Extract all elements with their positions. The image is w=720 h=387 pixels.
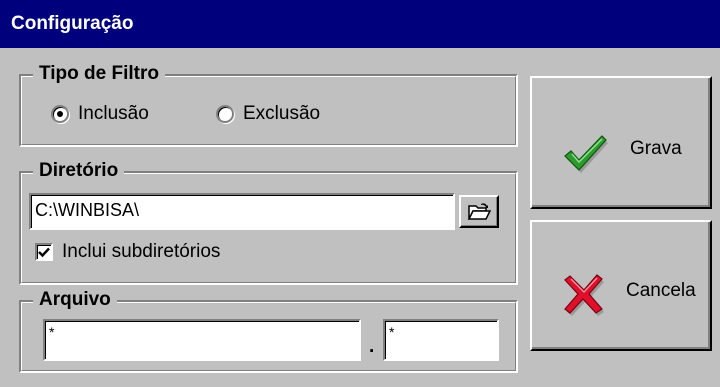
radio-exclusao-label: Exclusão	[243, 103, 321, 124]
directory-path-input[interactable]: C:\WINBISA\	[29, 193, 455, 230]
grava-button[interactable]: Grava	[530, 76, 712, 209]
include-subdirs-box[interactable]	[35, 243, 53, 261]
directory-group: Diretório C:\WINBISA\ Inclui subdiretóri…	[19, 159, 518, 285]
grava-label: Grava	[630, 138, 682, 159]
file-extension-input[interactable]: *	[383, 319, 499, 361]
filter-type-group: Tipo de Filtro Inclusão Exclusão	[19, 62, 518, 147]
include-subdirs-checkbox[interactable]: Inclui subdiretórios	[35, 241, 220, 263]
radio-exclusao-indicator[interactable]	[216, 105, 234, 123]
radio-exclusao[interactable]: Exclusão	[216, 103, 320, 125]
checkmark-icon	[38, 247, 50, 258]
cancela-button[interactable]: Cancela	[530, 220, 712, 351]
directory-path-value: C:\WINBISA\	[35, 200, 140, 220]
green-checkmark-icon	[564, 135, 608, 173]
include-subdirs-label: Inclui subdiretórios	[62, 241, 221, 262]
file-name-value: *	[49, 324, 55, 340]
cancela-label: Cancela	[626, 280, 696, 301]
folder-open-icon	[467, 202, 491, 220]
directory-legend: Diretório	[33, 159, 125, 183]
radio-inclusao-indicator[interactable]	[51, 105, 69, 123]
browse-folder-button[interactable]	[459, 195, 499, 228]
window-title: Configuração	[11, 13, 134, 34]
file-extension-separator: .	[369, 336, 375, 357]
file-group: Arquivo * . *	[19, 288, 518, 373]
configuration-dialog: Configuração Tipo de Filtro Inclusão Exc…	[0, 0, 720, 387]
radio-inclusao[interactable]: Inclusão	[51, 103, 149, 125]
red-x-icon	[564, 274, 604, 316]
file-legend: Arquivo	[33, 288, 117, 312]
file-extension-value: *	[389, 324, 395, 340]
radio-inclusao-label: Inclusão	[78, 103, 149, 124]
title-bar[interactable]: Configuração	[0, 0, 720, 48]
file-name-input[interactable]: *	[43, 319, 361, 361]
filter-type-legend: Tipo de Filtro	[33, 62, 165, 86]
